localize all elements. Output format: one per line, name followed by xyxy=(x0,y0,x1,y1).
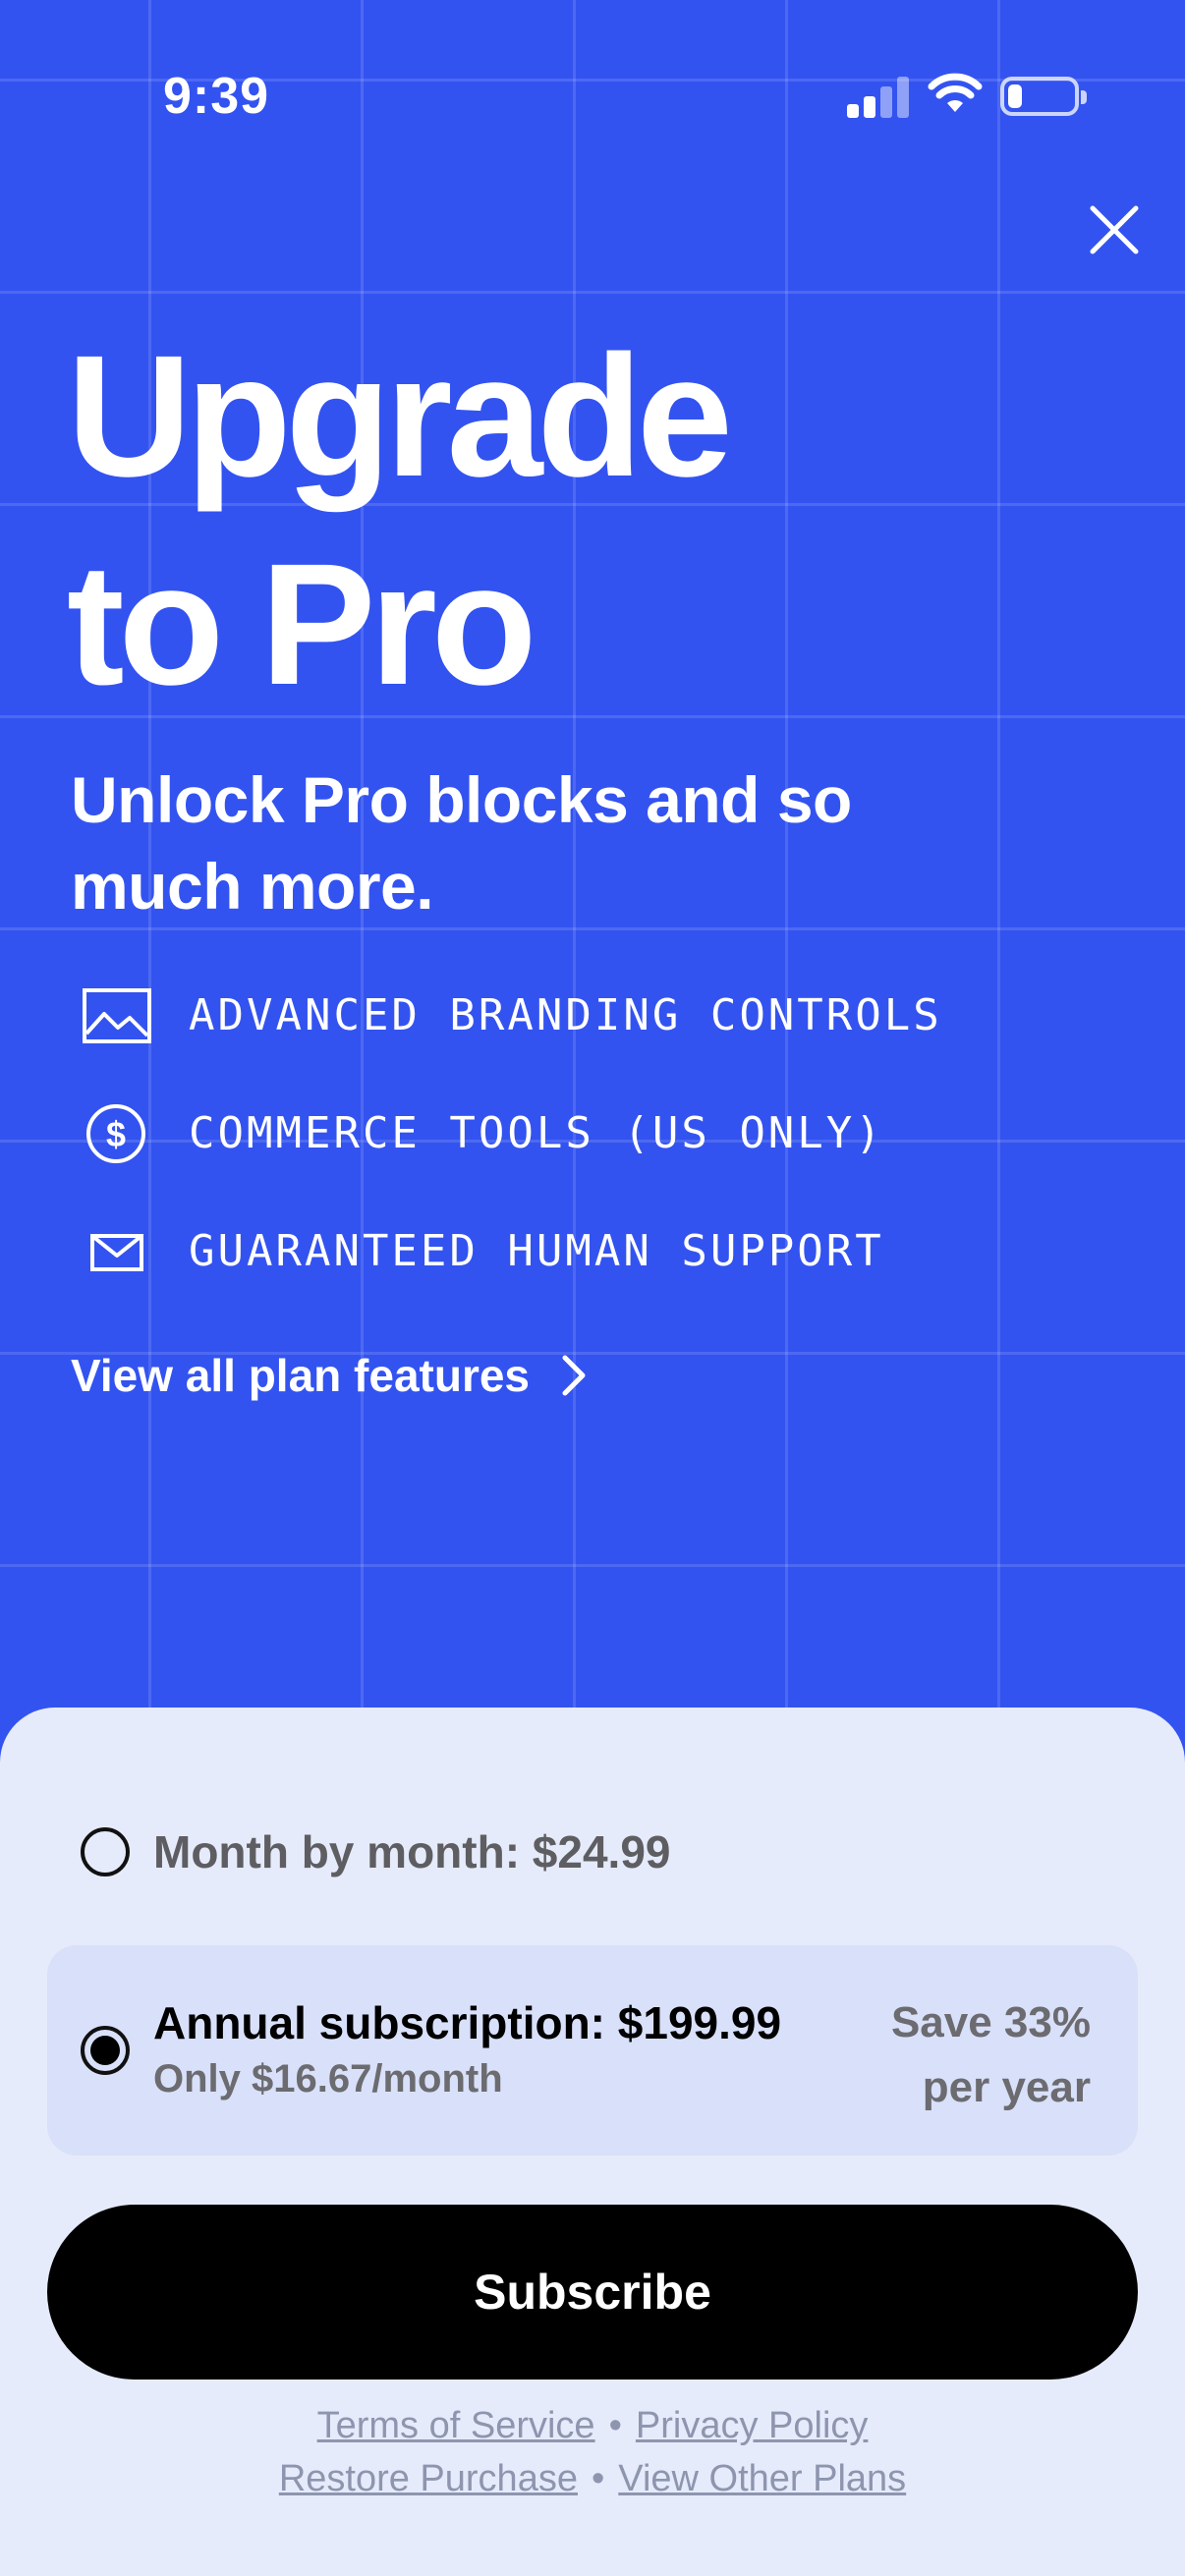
plan-annual-title: Annual subscription: $199.99 xyxy=(153,1997,782,2048)
title-line-2: to Pro xyxy=(67,529,536,721)
dollar-circle-icon: $ xyxy=(79,1094,157,1173)
feature-label: ADVANCED BRANDING CONTROLS xyxy=(189,990,942,1040)
privacy-policy-link[interactable]: Privacy Policy xyxy=(636,2405,869,2446)
envelope-icon xyxy=(79,1212,157,1291)
view-all-features-link[interactable]: View all plan features xyxy=(71,1346,592,1405)
plan-option-annual[interactable]: Annual subscription: $199.99 Only $16.67… xyxy=(47,1945,1138,2156)
chevron-right-icon xyxy=(562,1355,586,1396)
subheadline: Unlock Pro blocks and so much more. xyxy=(71,763,852,923)
image-icon xyxy=(79,977,157,1055)
subscribe-button[interactable]: Subscribe xyxy=(47,2205,1138,2380)
feature-label: COMMERCE TOOLS (US ONLY) xyxy=(189,1108,884,1158)
view-all-label: View all plan features xyxy=(71,1350,531,1401)
plan-annual-subtitle: Only $16.67/month xyxy=(153,2057,503,2100)
battery-icon xyxy=(1000,77,1087,116)
wifi-icon xyxy=(928,73,983,116)
radio-monthly[interactable] xyxy=(81,1827,130,1876)
status-time: 9:39 xyxy=(163,68,270,125)
footer-links-row-1: Terms of Service • Privacy Policy xyxy=(0,2405,1185,2447)
footer-links-row-2: Restore Purchase • View Other Plans xyxy=(0,2458,1185,2500)
savings-badge: Save 33% per year xyxy=(891,1990,1091,2120)
plan-option-monthly[interactable]: Month by month: $24.99 xyxy=(47,1780,1138,1922)
title-line-1: Upgrade xyxy=(67,320,733,513)
svg-text:$: $ xyxy=(106,1114,126,1154)
feature-item-support: GUARANTEED HUMAN SUPPORT xyxy=(79,1212,1061,1291)
link-separator: • xyxy=(608,2405,622,2446)
plan-monthly-title: Month by month: $24.99 xyxy=(153,1826,671,1877)
link-separator: • xyxy=(591,2458,605,2499)
close-button[interactable] xyxy=(1087,202,1142,257)
cellular-signal-icon xyxy=(847,77,910,118)
feature-label: GUARANTEED HUMAN SUPPORT xyxy=(189,1226,884,1276)
restore-purchase-link[interactable]: Restore Purchase xyxy=(279,2458,578,2499)
savings-line-1: Save 33% xyxy=(890,1998,1091,2046)
view-other-plans-link[interactable]: View Other Plans xyxy=(618,2458,906,2499)
status-bar: 9:39 xyxy=(0,0,1185,196)
radio-annual[interactable] xyxy=(81,2026,130,2075)
savings-line-2: per year xyxy=(922,2063,1091,2111)
terms-of-service-link[interactable]: Terms of Service xyxy=(317,2405,595,2446)
close-icon xyxy=(1090,205,1139,254)
page-title: Upgrade to Pro xyxy=(67,312,733,729)
feature-item-branding: ADVANCED BRANDING CONTROLS xyxy=(79,977,1061,1055)
feature-item-commerce: $ COMMERCE TOOLS (US ONLY) xyxy=(79,1094,1061,1173)
